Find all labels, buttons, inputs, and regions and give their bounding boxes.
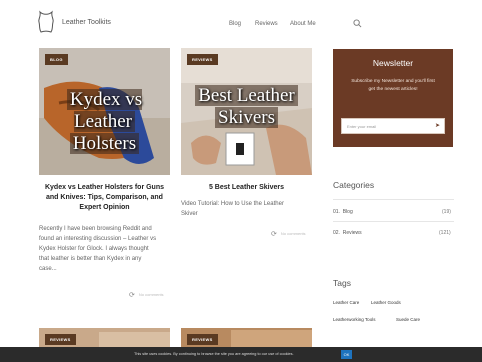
post-excerpt-kydex: Recently I have been browsing Reddit and…	[39, 224, 174, 274]
category-number: 02.	[333, 230, 340, 236]
excerpt-line: found an interesting discussion – Leathe…	[39, 236, 157, 242]
email-field[interactable]: Enter your email ➤	[341, 118, 445, 134]
excerpt-line: Kydex Holster for Glock. I always though…	[39, 246, 149, 252]
post-title-kydex[interactable]: Kydex vs Leather Holsters for Guns and K…	[39, 183, 170, 213]
image-title-overlay: Kydex vs Leather Holsters	[39, 89, 170, 155]
image-title-line: Skivers	[215, 107, 278, 128]
category-label[interactable]: Blog	[343, 209, 353, 215]
category-reviews[interactable]: 02. Reviews	[333, 230, 362, 236]
category-number: 01.	[333, 209, 340, 215]
post-image-3[interactable]: REVIEWS	[39, 328, 170, 347]
site-header: Leather Toolkits Blog Reviews About Me	[0, 0, 482, 44]
post-title-line[interactable]: 5 Best Leather Skivers	[181, 183, 312, 193]
excerpt-line: that leather is better than Kydex in any	[39, 256, 142, 262]
comments-label[interactable]: No comments	[281, 231, 306, 236]
post-title-skivers[interactable]: 5 Best Leather Skivers	[181, 183, 312, 193]
newsletter-text: Subscribe my Newsletter and you'll first…	[342, 78, 444, 94]
newsletter-text-line: Subscribe my Newsletter and you'll first	[351, 79, 435, 84]
nav-blog[interactable]: Blog	[229, 21, 241, 27]
post-excerpt-skivers: Video Tutorial: How to Use the Leather S…	[181, 199, 312, 219]
leather-hide-logo-icon[interactable]	[37, 10, 55, 34]
post-image-kydex[interactable]: BLOG Kydex vs Leather Holsters	[39, 48, 170, 175]
post-image-4[interactable]: REVIEWS	[181, 328, 312, 347]
category-label[interactable]: Reviews	[343, 230, 362, 236]
email-placeholder[interactable]: Enter your email	[347, 124, 376, 129]
post-title-line[interactable]: Expert Opinion	[39, 203, 170, 213]
excerpt-line: Skiver	[181, 211, 198, 217]
excerpt-line: Video Tutorial: How to Use the Leather	[181, 201, 284, 207]
tag-suede-care[interactable]: Suede Care	[396, 317, 420, 322]
post-badge[interactable]: REVIEWS	[187, 334, 218, 345]
post-image-skivers[interactable]: REVIEWS Best Leather Skivers	[181, 48, 312, 175]
comments-label[interactable]: No comments	[139, 292, 164, 297]
post-badge[interactable]: BLOG	[45, 54, 68, 65]
image-title-line: Best Leather	[195, 85, 298, 106]
category-count: (19)	[442, 209, 451, 215]
image-title-line: Kydex vs Leather	[66, 89, 143, 132]
categories-heading: Categories	[333, 180, 375, 190]
submit-arrow-icon[interactable]: ➤	[435, 122, 440, 129]
tag-leatherworking-tools[interactable]: Leatherworking Tools	[333, 317, 375, 322]
share-icon[interactable]: ⟳	[129, 291, 135, 299]
excerpt-line: Recently I have been browsing Reddit and	[39, 226, 152, 232]
cookie-ok-button[interactable]: OK	[341, 350, 352, 359]
nav-reviews[interactable]: Reviews	[255, 21, 278, 27]
newsletter-title: Newsletter	[372, 58, 414, 68]
tag-leather-goods[interactable]: Leather Goods	[371, 300, 401, 305]
image-title-line: Holsters	[69, 133, 140, 154]
divider	[333, 199, 454, 200]
cookie-text: This site uses cookies. By continuing to…	[134, 352, 294, 356]
tags-heading: Tags	[333, 278, 351, 288]
share-icon[interactable]: ⟳	[271, 230, 277, 238]
site-name[interactable]: Leather Toolkits	[62, 19, 111, 26]
image-title-overlay: Best Leather Skivers	[181, 85, 312, 129]
category-blog[interactable]: 01. Blog	[333, 209, 353, 215]
post-title-line[interactable]: Kydex vs Leather Holsters for Guns	[39, 183, 170, 193]
search-icon[interactable]	[353, 19, 362, 28]
nav-about-me[interactable]: About Me	[290, 21, 316, 27]
cookie-bar: This site uses cookies. By continuing to…	[0, 347, 482, 362]
post-badge[interactable]: REVIEWS	[45, 334, 76, 345]
share-row[interactable]: ⟳ No comments	[271, 230, 306, 238]
tag-leather-care[interactable]: Leather Care	[333, 300, 359, 305]
post-badge[interactable]: REVIEWS	[187, 54, 218, 65]
divider	[333, 221, 454, 222]
newsletter-text-line: get the newest articles!	[368, 87, 418, 92]
category-count: (121)	[439, 230, 451, 236]
post-title-line[interactable]: and Knives: Tips, Comparison, and	[39, 193, 170, 203]
excerpt-line: case...	[39, 266, 57, 272]
share-row[interactable]: ⟳ No comments	[129, 291, 164, 299]
